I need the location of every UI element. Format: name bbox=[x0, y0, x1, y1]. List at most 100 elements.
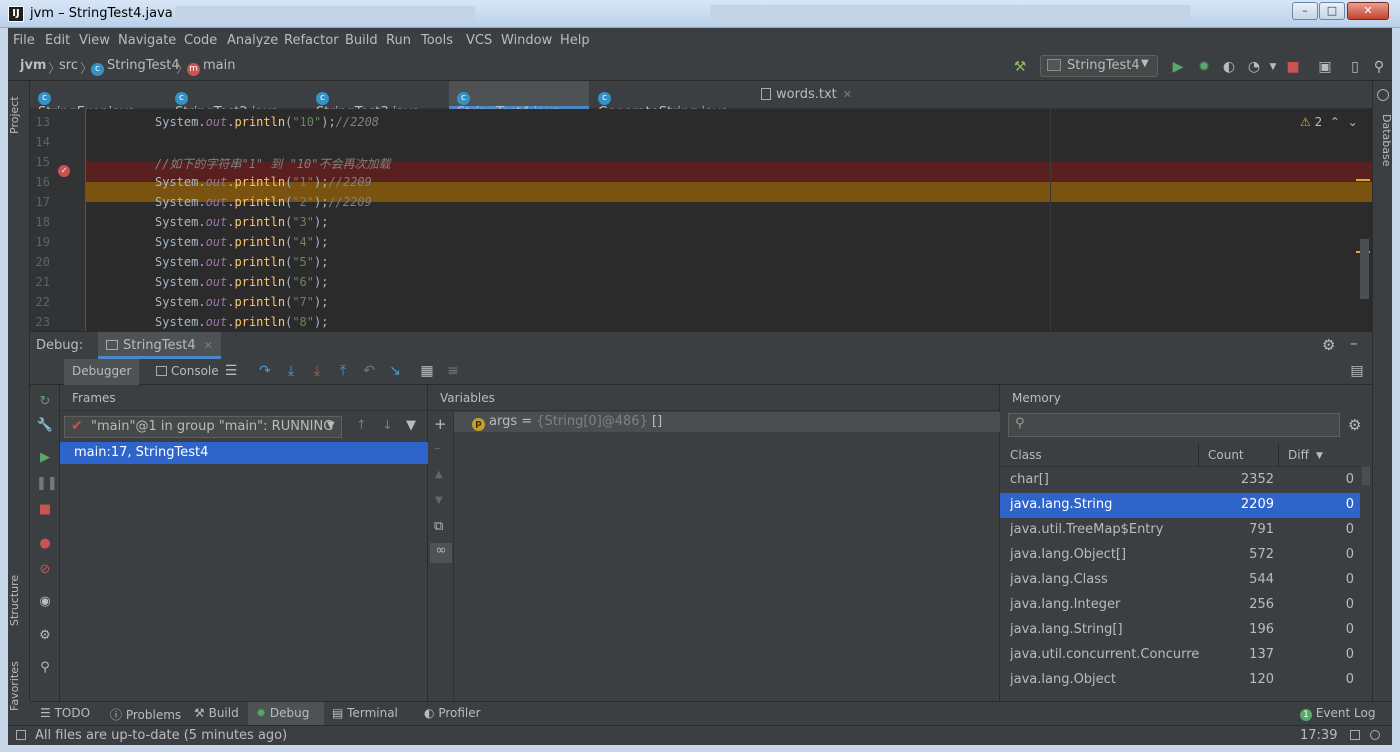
menu-refactor[interactable]: Refactor bbox=[284, 33, 339, 48]
memory-row[interactable]: char[] 2352 0 bbox=[1000, 468, 1360, 493]
inspection-widget[interactable]: ⚠ 2 ⌃ ⌄ bbox=[1300, 115, 1358, 129]
breadcrumb-project[interactable]: jvm bbox=[20, 58, 46, 73]
gear-icon[interactable]: ⚙ bbox=[1348, 416, 1361, 434]
column-count[interactable]: Count bbox=[1208, 448, 1244, 462]
menu-navigate[interactable]: Navigate bbox=[118, 33, 176, 48]
breakpoint-icon[interactable]: ✓ bbox=[58, 165, 70, 177]
close-icon[interactable]: ✕ bbox=[843, 88, 852, 101]
menu-edit[interactable]: Edit bbox=[45, 33, 70, 48]
breadcrumb-method[interactable]: m main bbox=[187, 58, 235, 76]
tab-stringtest3[interactable]: cStringTest3.java✕ bbox=[308, 81, 448, 120]
menu-build[interactable]: Build bbox=[345, 33, 378, 48]
menu-vcs[interactable]: VCS bbox=[466, 33, 492, 48]
arrow-up-icon[interactable]: ↑ bbox=[356, 418, 367, 433]
tab-terminal[interactable]: ▤ Terminal bbox=[324, 702, 406, 726]
run-icon[interactable]: ▶ bbox=[1169, 58, 1187, 76]
run-to-cursor-icon[interactable]: ↘ bbox=[386, 362, 404, 380]
menu-file[interactable]: File bbox=[13, 33, 35, 48]
stop-icon[interactable]: ■ bbox=[36, 501, 54, 519]
editor-scrollbar-thumb[interactable] bbox=[1360, 239, 1369, 299]
chevron-up-icon[interactable]: ⌃ bbox=[1330, 115, 1340, 129]
project-tool-tab[interactable]: Project bbox=[8, 89, 30, 141]
memory-scrollbar-thumb[interactable] bbox=[1362, 467, 1370, 485]
memory-indicator-icon[interactable] bbox=[1370, 730, 1380, 740]
view-breakpoints-icon[interactable]: ● bbox=[36, 535, 54, 553]
variable-row[interactable]: p args = {String[0]@486} [] bbox=[454, 412, 1000, 432]
minimize-panel-icon[interactable]: – bbox=[1350, 334, 1358, 352]
resume-icon[interactable]: ▶ bbox=[36, 449, 54, 467]
toggle-toolwindows-icon[interactable] bbox=[16, 730, 26, 740]
code-line[interactable]: System.out.println("6"); bbox=[155, 275, 328, 289]
tab-debugger[interactable]: Debugger bbox=[64, 359, 140, 385]
debug-bug-icon[interactable]: ✹ bbox=[1195, 58, 1213, 76]
memory-row[interactable]: java.lang.String[] 196 0 bbox=[1000, 618, 1360, 643]
step-out-icon[interactable]: ⤒ bbox=[334, 362, 352, 380]
memory-row[interactable]: java.lang.Class 544 0 bbox=[1000, 568, 1360, 593]
arrow-down-icon[interactable]: ↓ bbox=[382, 418, 393, 433]
code-line[interactable]: System.out.println("1");//2209 bbox=[155, 175, 372, 189]
gear-icon[interactable]: ⚙ bbox=[1322, 336, 1335, 354]
structure-tool-tab[interactable]: Structure bbox=[8, 565, 30, 635]
coverage-icon[interactable]: ◐ bbox=[1220, 58, 1238, 76]
memory-search-input[interactable]: ⚲ bbox=[1008, 413, 1340, 437]
menu-run[interactable]: Run bbox=[386, 33, 411, 48]
code-line[interactable]: System.out.println("4"); bbox=[155, 235, 328, 249]
code-line[interactable]: System.out.println("2");//2209 bbox=[155, 195, 372, 209]
force-step-into-icon[interactable]: ⤓ bbox=[308, 362, 326, 380]
tab-debug[interactable]: ✹ Debug bbox=[248, 702, 324, 726]
step-into-icon[interactable]: ⤓ bbox=[282, 362, 300, 380]
tab-generatestring[interactable]: cGenerateString.java✕ bbox=[590, 81, 752, 120]
tab-stringexer[interactable]: cStringExer.java✕ bbox=[30, 81, 165, 120]
menu-analyze[interactable]: Analyze bbox=[227, 33, 278, 48]
more-run-chevron-icon[interactable]: ▼ bbox=[1264, 58, 1282, 76]
terminal-window-icon[interactable]: ▯ bbox=[1346, 58, 1364, 76]
code-line[interactable]: System.out.println("7"); bbox=[155, 295, 328, 309]
mute-breakpoints-icon[interactable]: ⊘ bbox=[36, 561, 54, 579]
lock-icon[interactable] bbox=[1350, 730, 1360, 740]
tab-stringtest4[interactable]: cStringTest4.java✕ bbox=[449, 81, 589, 120]
code-line[interactable]: System.out.println("5"); bbox=[155, 255, 328, 269]
memory-row[interactable]: java.util.concurrent.ConcurrentHa 137 0 bbox=[1000, 643, 1360, 668]
memory-row[interactable]: java.lang.Object 120 0 bbox=[1000, 668, 1360, 693]
tab-stringtest2[interactable]: cStringTest2.java✕ bbox=[167, 81, 307, 120]
remove-watch-icon[interactable]: – bbox=[434, 441, 441, 456]
menu-window[interactable]: Window bbox=[501, 33, 552, 48]
maximize-button[interactable]: □ bbox=[1319, 2, 1345, 20]
memory-row[interactable]: java.lang.Integer 256 0 bbox=[1000, 593, 1360, 618]
column-diff[interactable]: Diff bbox=[1288, 448, 1309, 462]
layout-settings-icon[interactable]: ▤ bbox=[1348, 362, 1366, 380]
frame-row[interactable]: main:17, StringTest4 bbox=[60, 442, 428, 464]
add-watch-icon[interactable]: + bbox=[434, 415, 447, 433]
menu-tools[interactable]: Tools bbox=[421, 33, 453, 48]
memory-row[interactable]: java.lang.Object[] 572 0 bbox=[1000, 543, 1360, 568]
rerun-icon[interactable]: ↻ bbox=[36, 393, 54, 411]
profile-icon[interactable]: ◔ bbox=[1245, 58, 1263, 76]
code-editor[interactable]: ✓ ⚠ 2 ⌃ ⌄ 13 System.out.println("10");//2… bbox=[30, 109, 1372, 331]
threads-list-icon[interactable]: ☰ bbox=[222, 362, 240, 380]
tab-console[interactable]: Console bbox=[148, 359, 227, 385]
thread-selector[interactable]: ✔ "main"@1 in group "main": RUNNING ▼ bbox=[64, 416, 342, 438]
code-line[interactable]: System.out.println("8"); bbox=[155, 315, 328, 329]
copy-icon[interactable]: ⧉ bbox=[434, 519, 443, 534]
glasses-icon[interactable]: ∞ bbox=[430, 543, 452, 563]
stop-icon[interactable]: ■ bbox=[1284, 58, 1302, 76]
move-down-icon[interactable]: ▼ bbox=[435, 495, 443, 506]
menu-view[interactable]: View bbox=[79, 33, 110, 48]
column-class[interactable]: Class bbox=[1010, 448, 1042, 462]
chevron-down-icon[interactable]: ⌄ bbox=[1348, 115, 1358, 129]
gear-icon[interactable]: ⚙ bbox=[36, 627, 54, 645]
drop-frame-icon[interactable]: ↶ bbox=[360, 362, 378, 380]
memory-row[interactable]: java.lang.String 2209 0 bbox=[1000, 493, 1360, 518]
move-up-icon[interactable]: ▲ bbox=[435, 469, 443, 480]
search-icon[interactable]: ⚲ bbox=[1370, 58, 1388, 76]
evaluate-expression-icon[interactable]: ▦ bbox=[418, 362, 436, 380]
tab-build[interactable]: ⚒ Build bbox=[186, 702, 247, 726]
tab-words-txt[interactable]: words.txt ✕ bbox=[753, 81, 863, 109]
modify-config-wrench-icon[interactable]: 🔧 bbox=[36, 417, 54, 435]
code-line[interactable]: System.out.println("3"); bbox=[155, 215, 328, 229]
warning-stripe-mark[interactable] bbox=[1356, 179, 1370, 181]
menu-code[interactable]: Code bbox=[184, 33, 217, 48]
memory-row[interactable]: java.util.TreeMap$Entry 791 0 bbox=[1000, 518, 1360, 543]
filter-icon[interactable]: ▼ bbox=[406, 418, 416, 433]
close-window-button[interactable]: ✕ bbox=[1347, 2, 1389, 20]
